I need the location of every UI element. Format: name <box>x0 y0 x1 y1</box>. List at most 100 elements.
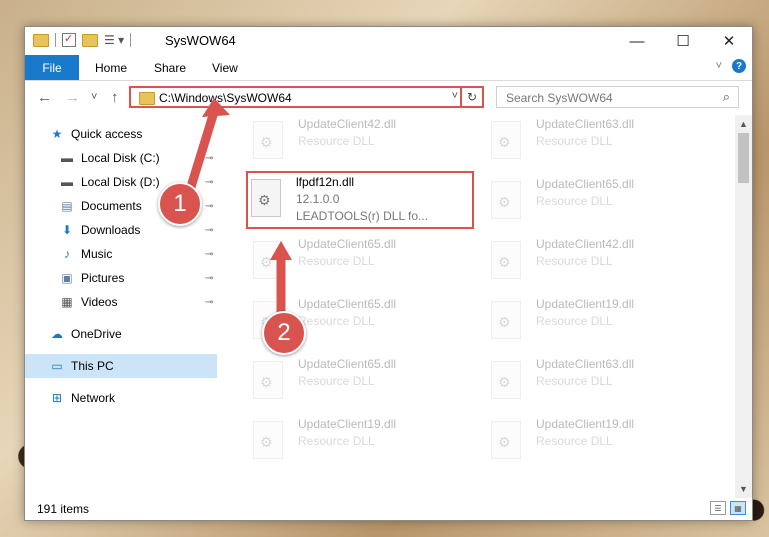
file-description: Resource DLL <box>536 374 613 388</box>
pin-icon[interactable]: ⊸ <box>205 249 213 260</box>
pin-icon[interactable]: ⊸ <box>205 177 213 188</box>
file-name: UpdateClient65.dll <box>536 177 635 191</box>
pin-icon[interactable]: ⊸ <box>205 153 213 164</box>
sidebar-item-label: Documents <box>81 199 142 213</box>
folder-icon[interactable] <box>33 33 49 47</box>
details-view-icon[interactable]: ☰ <box>710 501 726 515</box>
pin-icon[interactable]: ⊸ <box>205 297 213 308</box>
tiles-view-icon[interactable]: ▦ <box>730 501 746 515</box>
step-2-badge: 2 <box>262 311 306 355</box>
quick-access-toolbar: ☰ ▾ <box>33 32 132 47</box>
ribbon-tabs: File Home Share View ˅ ? <box>25 55 752 81</box>
explorer-window: ☰ ▾ SysWOW64 — ☐ ✕ File Home Share View … <box>24 26 753 521</box>
tab-file[interactable]: File <box>25 55 79 80</box>
dll-file-icon: ⚙ <box>491 301 521 339</box>
gear-icon: ⚙ <box>498 254 511 270</box>
refresh-button[interactable]: ↻ <box>460 88 482 106</box>
file-tile[interactable]: ⚙ UpdateClient19.dll Resource DLL <box>488 295 706 347</box>
gear-icon: ⚙ <box>260 434 273 450</box>
dll-file-icon: ⚙ <box>253 121 283 159</box>
tab-home[interactable]: Home <box>95 55 127 80</box>
expand-ribbon-icon[interactable]: ˅ <box>716 60 722 72</box>
gear-icon: ⚙ <box>498 134 511 150</box>
dll-file-icon: ⚙ <box>253 361 283 399</box>
pin-icon[interactable]: ⊸ <box>205 273 213 284</box>
sidebar-item[interactable]: ▭ This PC <box>25 354 217 378</box>
close-button[interactable]: ✕ <box>706 27 752 55</box>
file-tile[interactable]: ⚙ UpdateClient19.dll Resource DLL <box>488 415 706 467</box>
pin-icon[interactable]: ⊸ <box>205 225 213 236</box>
documents-icon: ▤ <box>61 199 73 213</box>
file-tile[interactable]: ⚙ lfpdf12n.dll 12.1.0.0 LEADTOOLS(r) DLL fo… <box>246 171 474 229</box>
gear-icon: ⚙ <box>258 192 271 208</box>
pin-icon[interactable]: ⊸ <box>205 201 213 212</box>
address-dropdown-icon[interactable]: ˅ <box>452 90 458 102</box>
file-description: Resource DLL <box>536 434 613 448</box>
toolbar-divider <box>130 33 132 47</box>
gear-icon: ⚙ <box>260 374 273 390</box>
new-folder-icon[interactable] <box>82 33 98 47</box>
file-tile[interactable]: ⚙ UpdateClient63.dll Resource DLL <box>488 115 706 167</box>
properties-icon[interactable] <box>62 32 76 47</box>
sidebar-item[interactable]: ▬ Local Disk (C:) ⊸ <box>25 146 217 170</box>
file-tile[interactable]: ⚙ UpdateClient65.dll Resource DLL <box>250 355 468 407</box>
up-button[interactable]: ↑ <box>111 89 119 106</box>
file-name: lfpdf12n.dll <box>296 175 355 189</box>
file-name: UpdateClient63.dll <box>536 117 635 131</box>
file-description: Resource DLL <box>298 374 375 388</box>
videos-icon: ▦ <box>61 295 73 309</box>
scroll-down-icon[interactable]: ▼ <box>739 484 748 494</box>
sidebar-item-label: Pictures <box>81 271 125 285</box>
file-list: ⚙ UpdateClient42.dll Resource DLL ⚙ lfpdf12n… <box>245 115 735 495</box>
scroll-up-icon[interactable]: ▲ <box>739 119 748 129</box>
sidebar-item[interactable]: ☁ OneDrive <box>25 322 217 346</box>
sidebar-item[interactable]: ♪ Music ⊸ <box>25 242 217 266</box>
file-description: Resource DLL <box>536 254 613 268</box>
scroll-thumb[interactable] <box>738 133 749 183</box>
recent-locations-button[interactable]: ˅ <box>91 91 97 103</box>
network-icon: ⊞ <box>51 391 63 405</box>
music-icon: ♪ <box>64 247 70 261</box>
maximize-button[interactable]: ☐ <box>660 27 706 55</box>
help-icon[interactable]: ? <box>732 59 746 73</box>
file-description: Resource DLL <box>536 314 613 328</box>
sidebar-item-label: Local Disk (C:) <box>81 151 160 165</box>
customize-toolbar-icon[interactable]: ☰ ▾ <box>104 33 124 47</box>
tab-share[interactable]: Share <box>154 55 186 80</box>
status-bar: 191 items ☰ ▦ <box>25 497 752 520</box>
tab-view[interactable]: View <box>212 55 238 80</box>
sidebar-item[interactable]: ⊞ Network <box>25 386 217 410</box>
sidebar-item[interactable]: ★ Quick access <box>25 122 217 146</box>
file-tile[interactable]: ⚙ UpdateClient42.dll Resource DLL <box>250 115 468 167</box>
file-name: UpdateClient42.dll <box>536 237 635 251</box>
dll-file-icon: ⚙ <box>491 181 521 219</box>
sidebar-item-label: Music <box>81 247 113 261</box>
file-name: UpdateClient19.dll <box>536 297 635 311</box>
address-path[interactable]: C:\Windows\SysWOW64 <box>159 91 292 105</box>
file-description: Resource DLL <box>536 134 613 148</box>
computer-icon: ▭ <box>51 359 63 373</box>
file-tile[interactable]: ⚙ UpdateClient65.dll Resource DLL <box>250 235 468 287</box>
gear-icon: ⚙ <box>260 134 273 150</box>
back-button[interactable]: ← <box>37 89 52 106</box>
file-tile[interactable]: ⚙ UpdateClient65.dll Resource DLL <box>488 175 706 227</box>
navigation-pane: ★ Quick access ▬ Local Disk (C:) ⊸ ▬ Local Dis… <box>25 122 217 497</box>
minimize-button[interactable]: — <box>614 27 660 55</box>
file-tile[interactable]: ⚙ UpdateClient42.dll Resource DLL <box>488 235 706 287</box>
dll-file-icon: ⚙ <box>491 241 521 279</box>
address-bar[interactable]: C:\Windows\SysWOW64 ˅ ↻ <box>129 86 484 108</box>
gear-icon: ⚙ <box>498 374 511 390</box>
file-description: Resource DLL <box>298 134 375 148</box>
vertical-scrollbar[interactable]: ▲ ▼ <box>735 115 752 498</box>
window-title: SysWOW64 <box>165 33 236 48</box>
file-tile[interactable]: ⚙ UpdateClient19.dll Resource DLL <box>250 415 468 467</box>
search-icon[interactable]: ⌕ <box>723 89 730 105</box>
sidebar-item[interactable]: ▦ Videos ⊸ <box>25 290 217 314</box>
file-tile[interactable]: ⚙ UpdateClient63.dll Resource DLL <box>488 355 706 407</box>
file-description: Resource DLL <box>298 314 375 328</box>
step-1-badge: 1 <box>158 182 202 226</box>
search-box[interactable]: Search SysWOW64 ⌕ <box>496 86 739 108</box>
file-name: UpdateClient65.dll <box>298 357 397 371</box>
forward-button[interactable]: → <box>65 89 80 106</box>
sidebar-item[interactable]: ▣ Pictures ⊸ <box>25 266 217 290</box>
